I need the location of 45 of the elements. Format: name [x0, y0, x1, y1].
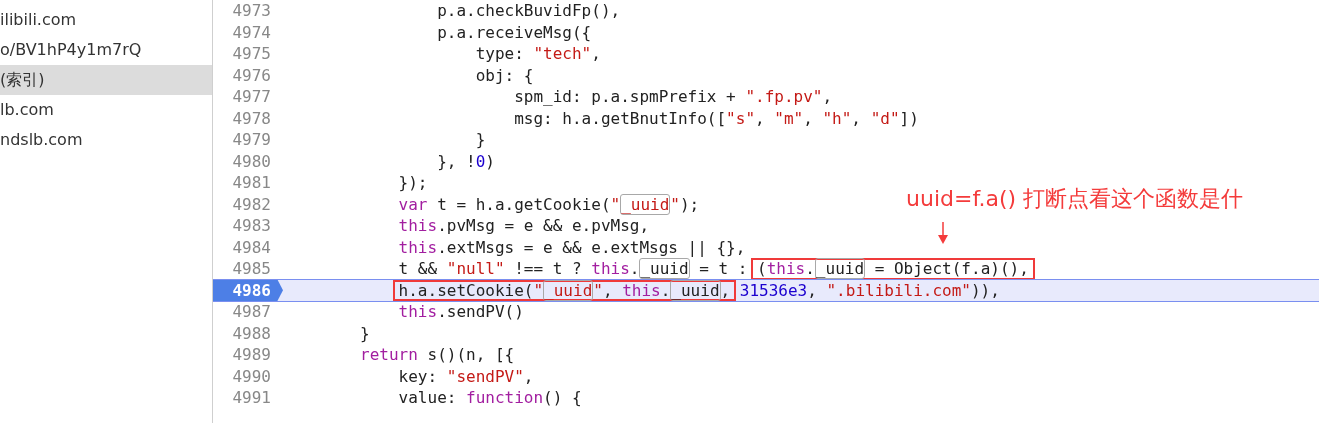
sidebar-item[interactable]: (索引) [0, 65, 212, 95]
line-number[interactable]: 4975 [213, 43, 283, 65]
sidebar-item[interactable]: ilibili.com [0, 5, 212, 35]
line-number[interactable]: 4984 [213, 236, 283, 258]
line-number[interactable]: 4983 [213, 215, 283, 237]
outlined-code: h.a.setCookie("_uuid", this._uuid, [392, 279, 737, 301]
line-number[interactable]: 4991 [213, 387, 283, 409]
line-number[interactable]: 4976 [213, 64, 283, 86]
sidebar-item[interactable]: o/BV1hP4y1m7rQ [0, 35, 212, 65]
code-text: 31536e3, ".bilibili.com")), [738, 279, 1000, 301]
code-text: }); [397, 172, 428, 194]
code-text: return s()(n, [{ [359, 344, 515, 366]
line-number[interactable]: 4981 [213, 172, 283, 194]
code-text: spm_id: p.a.spmPrefix + ".fp.pv", [513, 86, 833, 108]
sidebar-item[interactable]: lb.com [0, 95, 212, 125]
line-number[interactable]: 4990 [213, 365, 283, 387]
code-text: type: "tech", [474, 43, 601, 65]
line-number[interactable]: 4982 [213, 193, 283, 215]
code-text: var t = h.a.getCookie("_uuid"); [397, 193, 700, 215]
line-number[interactable]: 4973 [213, 0, 283, 22]
line-number[interactable]: 4979 [213, 129, 283, 151]
annotation-text: uuid=f.a() 打断点看这个函数是什 [906, 185, 1244, 213]
line-number[interactable]: 4985 [213, 258, 283, 280]
line-number[interactable]: 4974 [213, 21, 283, 43]
code-text: key: "sendPV", [397, 365, 534, 387]
down-arrow-icon [938, 222, 948, 244]
line-number[interactable]: 4977 [213, 86, 283, 108]
code-text: } [359, 322, 370, 344]
code-text: p.a.checkBuvidFp(), [436, 0, 621, 22]
code-text: msg: h.a.getBnutInfo(["s", "m", "h", "d"]) [513, 107, 919, 129]
code-text: value: function() { [397, 387, 582, 409]
line-number[interactable]: 4989 [213, 344, 283, 366]
code-text: obj: { [474, 64, 534, 86]
line-number[interactable]: 4986 [213, 279, 283, 301]
line-number[interactable]: 4980 [213, 150, 283, 172]
code-text: this.sendPV() [397, 301, 524, 323]
sidebar-item[interactable]: ndslb.com [0, 125, 212, 155]
code-text: }, !0) [436, 150, 495, 172]
code-text: this.pvMsg = e && e.pvMsg, [397, 215, 650, 237]
line-number[interactable]: 4987 [213, 301, 283, 323]
line-number[interactable]: 4988 [213, 322, 283, 344]
code-text: } [474, 129, 486, 151]
code-text: p.a.receiveMsg({ [436, 21, 592, 43]
code-text: this.extMsgs = e && e.extMsgs || {}, [397, 236, 746, 258]
line-number[interactable]: 4978 [213, 107, 283, 129]
